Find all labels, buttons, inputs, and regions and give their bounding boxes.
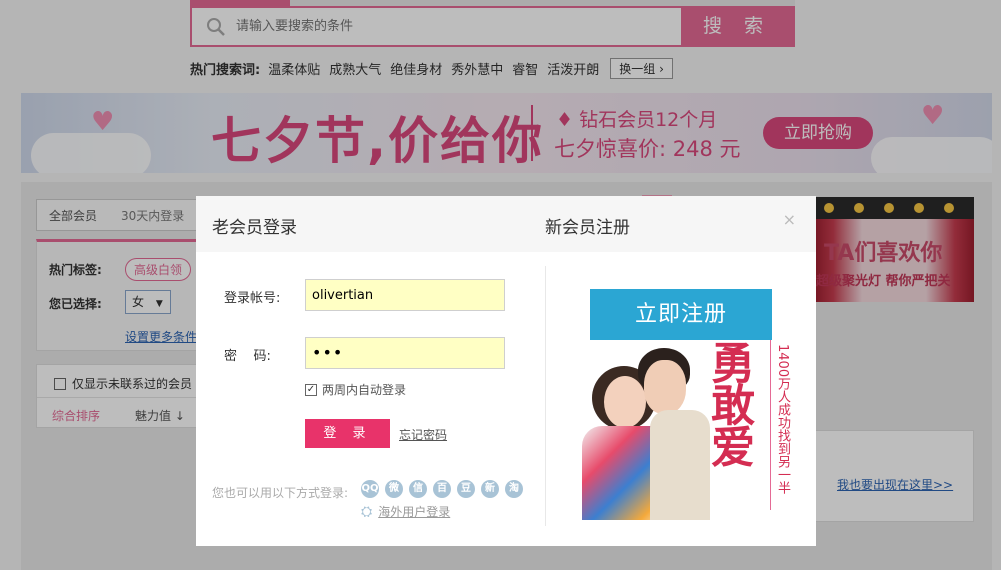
social-login-icons: QQ 微 信 百 豆 新 淘: [361, 480, 523, 498]
forgot-password-link[interactable]: 忘记密码: [399, 426, 447, 443]
overseas-login[interactable]: ⛭ 海外用户登录: [361, 503, 450, 520]
account-field[interactable]: [305, 279, 505, 311]
auto-login-option[interactable]: ✓ 两周内自动登录: [305, 381, 406, 398]
register-now-button[interactable]: 立即注册: [590, 289, 772, 340]
taobao-icon[interactable]: 淘: [505, 480, 523, 498]
password-label: 密 码:: [224, 349, 271, 364]
sina-icon[interactable]: 新: [481, 480, 499, 498]
globe-user-icon: ⛭: [361, 503, 373, 520]
auto-login-checkbox[interactable]: ✓: [305, 383, 317, 396]
slogan-brave-love: 勇敢爱: [703, 340, 754, 466]
man-face: [644, 360, 686, 414]
couple-promo-image[interactable]: 勇敢爱 1400万人成功找到另一半: [578, 340, 798, 520]
man-body: [650, 410, 710, 520]
login-button[interactable]: 登 录: [305, 419, 390, 448]
tab-old-member-login[interactable]: 老会员登录: [212, 213, 297, 238]
qq-icon[interactable]: QQ: [361, 480, 379, 498]
modal-divider: [545, 266, 546, 526]
account-label: 登录帐号:: [224, 291, 281, 306]
slogan-line: [770, 340, 771, 510]
auto-login-label: 两周内自动登录: [322, 383, 407, 397]
login-modal: 老会员登录 新会员注册 × 登录帐号: 密 码: ••• ✓ 两周内自动登录 登…: [196, 196, 816, 546]
woman-face: [604, 376, 646, 428]
wechat-icon[interactable]: 信: [409, 480, 427, 498]
password-field[interactable]: •••: [305, 337, 505, 369]
overseas-login-link[interactable]: 海外用户登录: [378, 503, 450, 520]
weibo-icon[interactable]: 微: [385, 480, 403, 498]
slogan-subtext: 1400万人成功找到另一半: [775, 344, 790, 495]
close-icon[interactable]: ×: [783, 210, 796, 229]
tab-new-member-register[interactable]: 新会员注册: [545, 213, 630, 238]
modal-header: 老会员登录 新会员注册 ×: [196, 196, 816, 252]
baidu-icon[interactable]: 百: [433, 480, 451, 498]
douban-icon[interactable]: 豆: [457, 480, 475, 498]
other-login-label: 您也可以用以下方式登录:: [212, 486, 349, 500]
